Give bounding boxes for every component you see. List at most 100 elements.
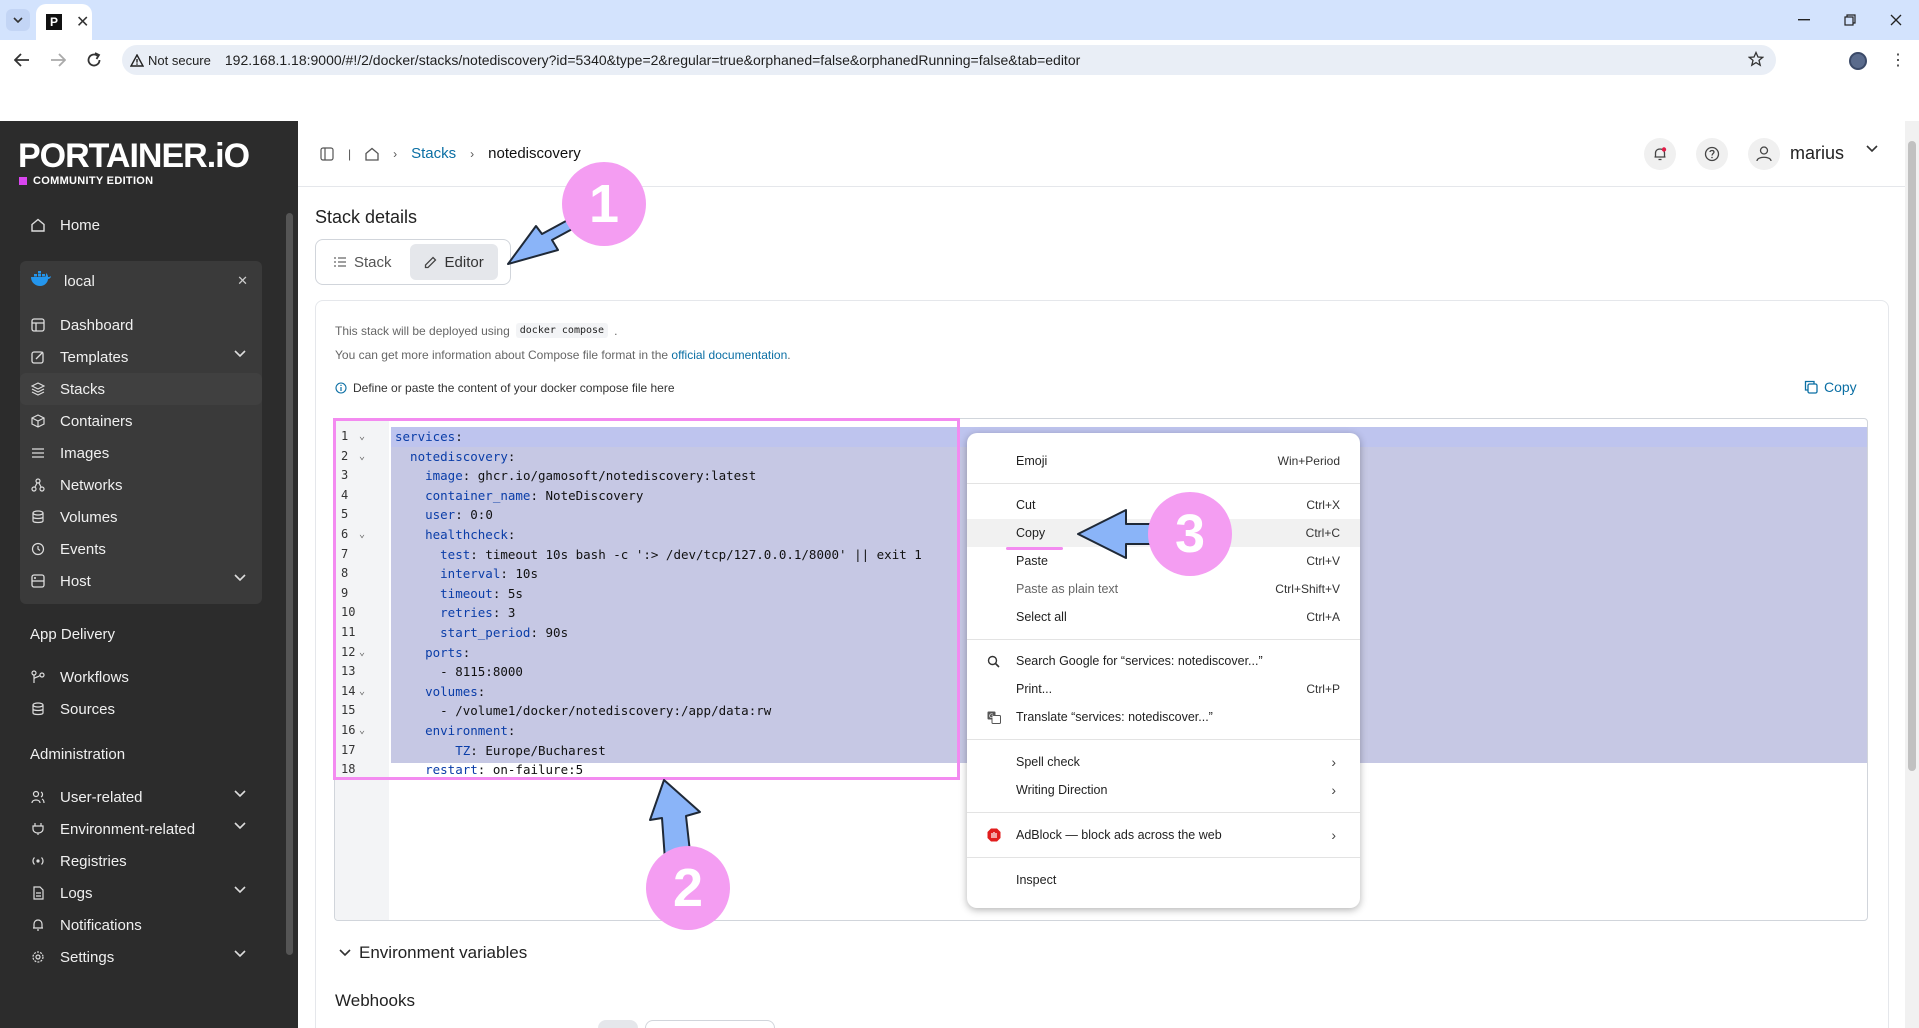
webhook-toggle[interactable]	[598, 1020, 638, 1028]
menu-item-emoji[interactable]: Emoji Win+Period	[967, 447, 1360, 475]
portainer-logo[interactable]: PORTAINER.iO	[18, 137, 250, 176]
forward-arrow-icon[interactable]	[46, 48, 70, 72]
page-header: | › Stacks › notediscovery marius	[298, 121, 1905, 187]
menu-item-label: Select all	[1016, 610, 1067, 624]
sidebar-item-logs[interactable]: Logs	[20, 877, 262, 909]
define-hint-text: Define or paste the content of your dock…	[353, 381, 675, 395]
sidebar-item-settings[interactable]: Settings	[20, 941, 262, 973]
restore-icon[interactable]	[1827, 0, 1873, 40]
profile-avatar[interactable]	[1849, 52, 1867, 70]
reload-icon[interactable]	[82, 48, 106, 72]
minimize-icon[interactable]	[1781, 0, 1827, 40]
tab-stack[interactable]: Stack	[320, 244, 406, 280]
username[interactable]: marius	[1790, 143, 1844, 164]
notifications-button[interactable]	[1644, 138, 1676, 170]
deploy-info: This stack will be deployed using docker…	[335, 323, 617, 338]
bookmark-star-icon[interactable]	[1748, 51, 1764, 67]
menu-item-label: Copy	[1016, 526, 1046, 540]
breadcrumb-stacks-link[interactable]: Stacks	[411, 145, 456, 162]
close-tab-icon[interactable]: ✕	[76, 12, 89, 32]
help-button[interactable]	[1696, 138, 1728, 170]
home-icon[interactable]	[365, 147, 379, 161]
shortcut-label: Ctrl+Shift+V	[1275, 582, 1340, 596]
close-window-icon[interactable]	[1873, 0, 1919, 40]
sidebar-item-registries[interactable]: Registries	[20, 845, 262, 877]
browser-tab-strip: P ✕	[0, 0, 1919, 40]
sidebar-item-workflows[interactable]: Workflows	[20, 661, 262, 693]
menu-item-search-google[interactable]: Search Google for “services: notediscove…	[967, 647, 1360, 675]
sidebar-item-label: Workflows	[60, 668, 129, 686]
sidebar-item-events[interactable]: Events	[20, 533, 262, 565]
menu-item-inspect[interactable]: Inspect	[967, 866, 1360, 894]
copy-button[interactable]: Copy	[1804, 379, 1857, 395]
menu-item-label: Search Google for “services: notediscove…	[1016, 654, 1263, 668]
sidebar-item-home[interactable]: Home	[20, 209, 262, 241]
breadcrumb-divider: |	[348, 146, 352, 161]
sidebar-item-environment-related[interactable]: Environment-related	[20, 813, 262, 845]
sidebar-section-administration: Administration	[30, 746, 126, 763]
menu-item-label: Paste	[1016, 554, 1048, 568]
deploy-info-suffix: .	[614, 323, 618, 338]
sidebar-item-label: Images	[60, 444, 110, 462]
menu-item-print[interactable]: Print... Ctrl+P	[967, 675, 1360, 703]
sidebar-item-host[interactable]: Host	[20, 565, 262, 597]
sidebar-toggle-icon[interactable]	[320, 146, 334, 161]
list-icon	[30, 445, 46, 461]
browser-tab[interactable]: P ✕	[36, 4, 92, 40]
breadcrumb-current: notediscovery	[488, 145, 581, 162]
chevron-down-icon[interactable]	[1866, 145, 1878, 153]
close-environment-icon[interactable]: ✕	[237, 273, 248, 289]
sidebar-item-stacks[interactable]: Stacks	[20, 373, 262, 405]
url-text[interactable]: 192.168.1.18:9000/#!/2/docker/stacks/not…	[225, 52, 1080, 68]
sidebar-item-label: Registries	[60, 852, 127, 870]
svg-text:G: G	[989, 713, 994, 720]
sidebar-item-templates[interactable]: Templates	[20, 341, 262, 373]
menu-item-label: Writing Direction	[1016, 783, 1108, 797]
tab-editor[interactable]: Editor	[409, 244, 498, 280]
environment-header[interactable]: local ✕	[20, 261, 262, 301]
user-avatar[interactable]	[1748, 138, 1780, 170]
menu-item-writing-direction[interactable]: Writing Direction ›	[967, 776, 1360, 804]
sidebar-item-sources[interactable]: Sources	[20, 693, 262, 725]
network-icon	[30, 477, 46, 493]
sidebar-scrollbar[interactable]	[286, 213, 293, 955]
address-bar[interactable]: Not secure 192.168.1.18:9000/#!/2/docker…	[122, 45, 1776, 75]
environment-variables-toggle[interactable]: Environment variables	[339, 943, 527, 963]
back-arrow-icon[interactable]	[10, 48, 34, 72]
page-title: Stack details	[315, 207, 418, 227]
menu-item-select-all[interactable]: Select all Ctrl+A	[967, 603, 1360, 631]
define-hint: Define or paste the content of your dock…	[335, 381, 675, 395]
template-icon	[30, 349, 46, 365]
not-secure-indicator[interactable]: Not secure	[130, 53, 211, 68]
sidebar-item-notifications[interactable]: Notifications	[20, 909, 262, 941]
sidebar-item-dashboard[interactable]: Dashboard	[20, 309, 262, 341]
sidebar-item-label: Templates	[60, 348, 129, 366]
webhook-field[interactable]	[645, 1020, 775, 1028]
info-icon	[335, 382, 347, 394]
user-icon	[1748, 138, 1780, 170]
menu-item-translate[interactable]: G Translate “services: notediscover...”	[967, 703, 1360, 731]
breadcrumb: | › Stacks › notediscovery	[320, 145, 581, 162]
tab-search-button[interactable]	[6, 9, 30, 31]
sidebar-item-images[interactable]: Images	[20, 437, 262, 469]
database-icon	[30, 701, 46, 717]
sidebar-item-networks[interactable]: Networks	[20, 469, 262, 501]
page-scrollbar[interactable]	[1905, 121, 1919, 1028]
compose-doc-prefix: You can get more information about Compo…	[335, 348, 669, 362]
chevron-down-icon	[234, 886, 246, 894]
menu-item-label: Inspect	[1016, 873, 1057, 887]
browser-menu-icon[interactable]: ⋮	[1890, 50, 1906, 70]
sidebar-item-user-related[interactable]: User-related	[20, 781, 262, 813]
box-icon	[30, 413, 46, 429]
adblock-icon	[987, 828, 1001, 842]
copy-button-label: Copy	[1824, 379, 1857, 395]
shortcut-label: Ctrl+X	[1306, 498, 1340, 512]
sidebar-item-volumes[interactable]: Volumes	[20, 501, 262, 533]
menu-item-label: Emoji	[1016, 454, 1048, 468]
menu-item-adblock[interactable]: AdBlock — block ads across the web ›	[967, 821, 1360, 849]
official-documentation-link[interactable]: official documentation	[671, 348, 787, 362]
menu-item-spell-check[interactable]: Spell check ›	[967, 748, 1360, 776]
sidebar-item-containers[interactable]: Containers	[20, 405, 262, 437]
menu-item-paste-plain[interactable]: Paste as plain text Ctrl+Shift+V	[967, 575, 1360, 603]
copy-underline-highlight	[1006, 547, 1063, 550]
